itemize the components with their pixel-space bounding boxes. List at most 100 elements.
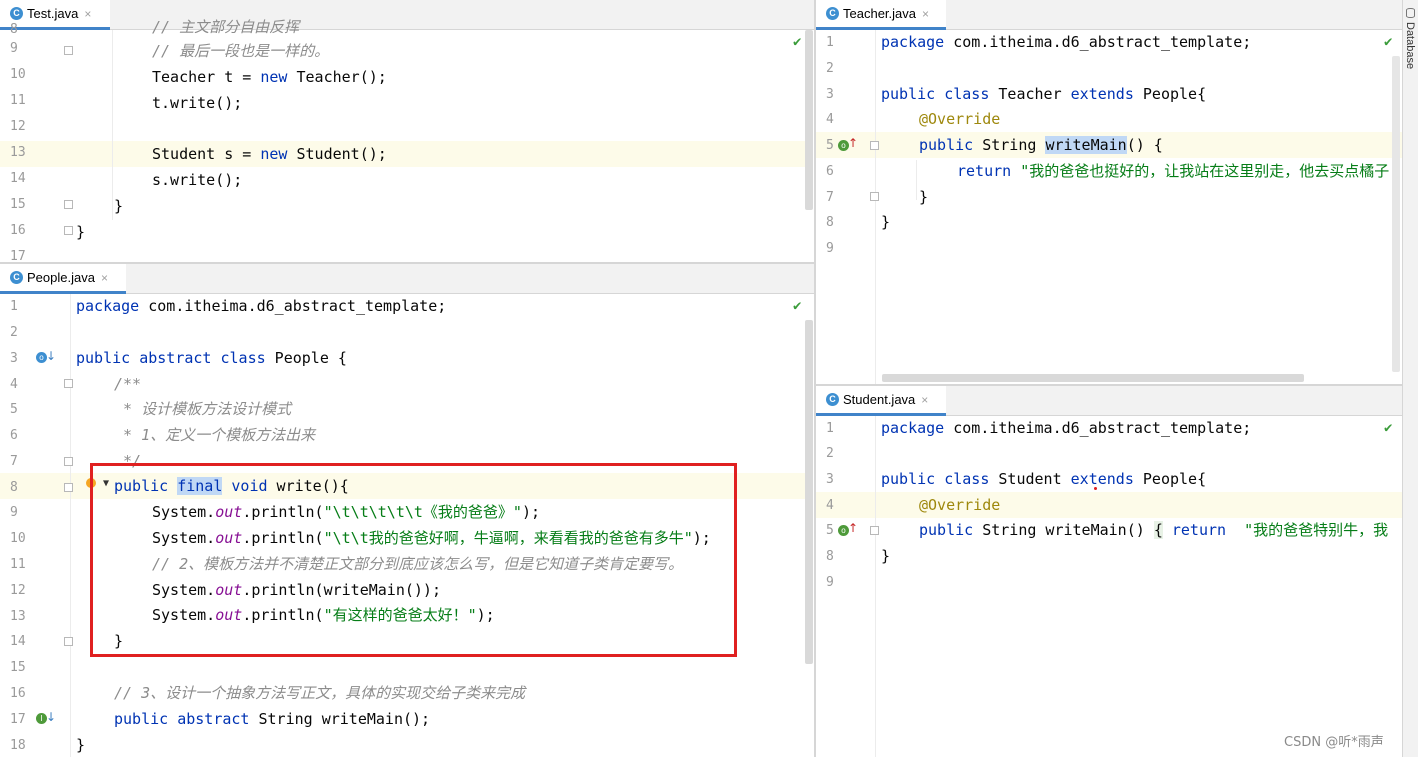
- gutter-separator: [875, 30, 876, 384]
- code-line: s.write();: [152, 171, 243, 189]
- line-number: 3: [10, 351, 18, 366]
- tab-label: People.java: [27, 270, 95, 285]
- code-line: /**: [114, 375, 142, 393]
- close-tab-icon[interactable]: ×: [101, 271, 108, 285]
- line-number: 8: [10, 480, 18, 495]
- implemented-arrow-icon[interactable]: ↓: [46, 710, 56, 724]
- code-line: public class Teacher extends People{: [881, 85, 1207, 103]
- vertical-scrollbar[interactable]: [805, 30, 813, 210]
- code-line: // 主文部分自由反挥: [152, 18, 300, 36]
- line-number: 5: [10, 402, 18, 417]
- line-number: 4: [10, 377, 18, 392]
- gutter-separator: [875, 416, 876, 757]
- line-number: 1: [826, 421, 834, 436]
- line-number: 10: [10, 67, 26, 82]
- test-editor-pane: C Test.java × 8 9 10 11 12 13 14 15 16 1…: [0, 0, 814, 262]
- current-line-highlight: [0, 141, 806, 167]
- override-arrow-icon[interactable]: ↑: [848, 521, 858, 535]
- horizontal-scrollbar[interactable]: [882, 374, 1304, 382]
- java-class-icon: C: [10, 271, 23, 284]
- highlight-box: [90, 463, 737, 657]
- fold-marker-icon[interactable]: [64, 46, 73, 55]
- teacher-editor-pane: C Teacher.java × 1 2 3 4 5 6 7 8 9 o ↑ ✔…: [816, 0, 1402, 384]
- fold-marker-icon[interactable]: [64, 457, 73, 466]
- line-number: 4: [826, 112, 834, 127]
- no-errors-check-icon: ✔: [1384, 420, 1393, 436]
- people-tab-bar: C People.java ×: [0, 264, 814, 294]
- line-number: 1: [826, 35, 834, 50]
- line-number: 3: [826, 472, 834, 487]
- code-line: public String writeMain() { return "我的爸爸…: [919, 521, 1389, 539]
- fold-marker-icon[interactable]: [64, 483, 73, 492]
- code-line: }: [881, 213, 891, 231]
- java-class-icon: C: [10, 7, 23, 20]
- no-errors-check-icon: ✔: [793, 298, 802, 314]
- teacher-tab-bar: C Teacher.java ×: [816, 0, 1402, 30]
- code-line: public abstract class People {: [76, 349, 347, 367]
- right-tool-sidebar: Database: [1402, 0, 1418, 757]
- code-line: }: [919, 188, 929, 206]
- vertical-scrollbar[interactable]: [805, 320, 813, 664]
- gutter-separator: [70, 294, 71, 757]
- tab-student-java[interactable]: C Student.java ×: [816, 386, 946, 416]
- fold-marker-icon[interactable]: [870, 141, 879, 150]
- line-number: 13: [10, 145, 26, 160]
- indent-guide: [916, 160, 917, 200]
- fold-marker-icon[interactable]: [64, 637, 73, 646]
- database-tool-button[interactable]: Database: [1403, 6, 1418, 86]
- line-number: 10: [10, 531, 26, 546]
- line-number: 17: [10, 712, 26, 727]
- code-line: Teacher t = new Teacher();: [152, 68, 387, 86]
- code-line: * 1、定义一个模板方法出来: [114, 426, 316, 444]
- fold-marker-icon[interactable]: [870, 192, 879, 201]
- close-tab-icon[interactable]: ×: [84, 7, 91, 21]
- code-line: public String writeMain() {: [919, 136, 1163, 154]
- line-number: 7: [826, 190, 834, 205]
- close-tab-icon[interactable]: ×: [921, 393, 928, 407]
- tab-people-java[interactable]: C People.java ×: [0, 264, 126, 294]
- code-line: * 设计模板方法设计模式: [114, 400, 292, 418]
- database-label: Database: [1404, 22, 1416, 70]
- code-line: @Override: [919, 110, 1001, 128]
- line-number: 8: [10, 22, 18, 37]
- fold-marker-icon[interactable]: [64, 379, 73, 388]
- tab-teacher-java[interactable]: C Teacher.java ×: [816, 0, 946, 30]
- student-tab-bar: C Student.java ×: [816, 386, 1402, 416]
- fold-plus-icon[interactable]: [870, 526, 879, 535]
- override-arrow-icon[interactable]: ↑: [848, 136, 858, 150]
- line-number: 8: [826, 549, 834, 564]
- line-number: 1: [10, 299, 18, 314]
- code-line: package com.itheima.d6_abstract_template…: [76, 297, 447, 315]
- line-number: 16: [10, 686, 26, 701]
- close-tab-icon[interactable]: ×: [922, 7, 929, 21]
- watermark: CSDN @听*雨声: [1284, 735, 1384, 750]
- line-number: 9: [826, 241, 834, 256]
- vertical-scrollbar[interactable]: [1392, 56, 1400, 372]
- line-number: 6: [10, 428, 18, 443]
- code-line: public abstract String writeMain();: [114, 710, 431, 728]
- fold-marker-icon[interactable]: [64, 226, 73, 235]
- fold-marker-icon[interactable]: [64, 200, 73, 209]
- code-line: package com.itheima.d6_abstract_template…: [881, 419, 1252, 437]
- line-number: 11: [10, 93, 26, 108]
- line-number: 3: [826, 87, 834, 102]
- java-class-icon: C: [826, 393, 839, 406]
- code-line: }: [76, 223, 86, 241]
- implemented-arrow-icon[interactable]: ↓: [46, 349, 56, 363]
- code-line: return "我的爸爸也挺好的，让我站在这里别走，他去买点橘子: [957, 162, 1390, 180]
- database-icon: [1406, 8, 1415, 18]
- line-number: 14: [10, 171, 26, 186]
- line-number: 15: [10, 197, 26, 212]
- code-line: }: [114, 197, 124, 215]
- code-line: t.write();: [152, 94, 243, 112]
- no-errors-check-icon: ✔: [793, 34, 802, 50]
- code-line: package com.itheima.d6_abstract_template…: [881, 33, 1252, 51]
- code-line: // 最后一段也是一样的。: [152, 42, 330, 60]
- indent-guide: [112, 30, 113, 220]
- student-editor-pane: C Student.java × 1 2 3 4 5 8 9 o ↑ ✔ pac…: [816, 386, 1402, 757]
- line-number: 4: [826, 498, 834, 513]
- line-number: 16: [10, 223, 26, 238]
- line-number: 6: [826, 164, 834, 179]
- current-line-highlight: [816, 492, 1402, 518]
- line-number: 7: [10, 454, 18, 469]
